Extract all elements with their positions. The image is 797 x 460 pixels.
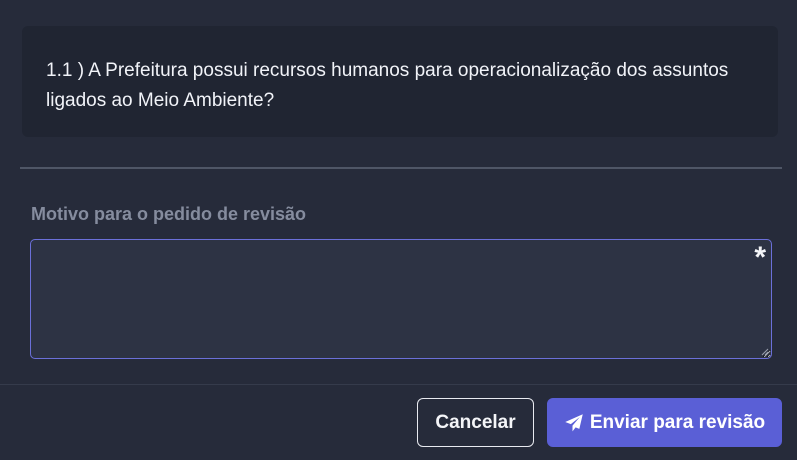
question-text: 1.1 ) A Prefeitura possui recursos human…	[46, 60, 729, 111]
resize-handle-icon[interactable]	[761, 348, 769, 356]
submit-button-label: Enviar para revisão	[589, 411, 766, 433]
divider	[20, 167, 782, 169]
reason-textarea[interactable]	[30, 239, 772, 359]
paper-plane-icon	[565, 413, 583, 431]
cancel-button[interactable]: Cancelar	[417, 398, 534, 447]
cancel-button-label: Cancelar	[435, 411, 516, 433]
reason-field-wrapper: *	[30, 239, 772, 359]
submit-revision-button[interactable]: Enviar para revisão	[547, 398, 782, 447]
question-card: 1.1 ) A Prefeitura possui recursos human…	[22, 26, 778, 137]
revision-request-modal: 1.1 ) A Prefeitura possui recursos human…	[0, 0, 797, 460]
reason-label: Motivo para o pedido de revisão	[31, 204, 307, 224]
modal-body: 1.1 ) A Prefeitura possui recursos human…	[0, 0, 797, 384]
required-asterisk: *	[754, 241, 766, 274]
modal-footer: Cancelar Enviar para revisão	[0, 385, 797, 460]
